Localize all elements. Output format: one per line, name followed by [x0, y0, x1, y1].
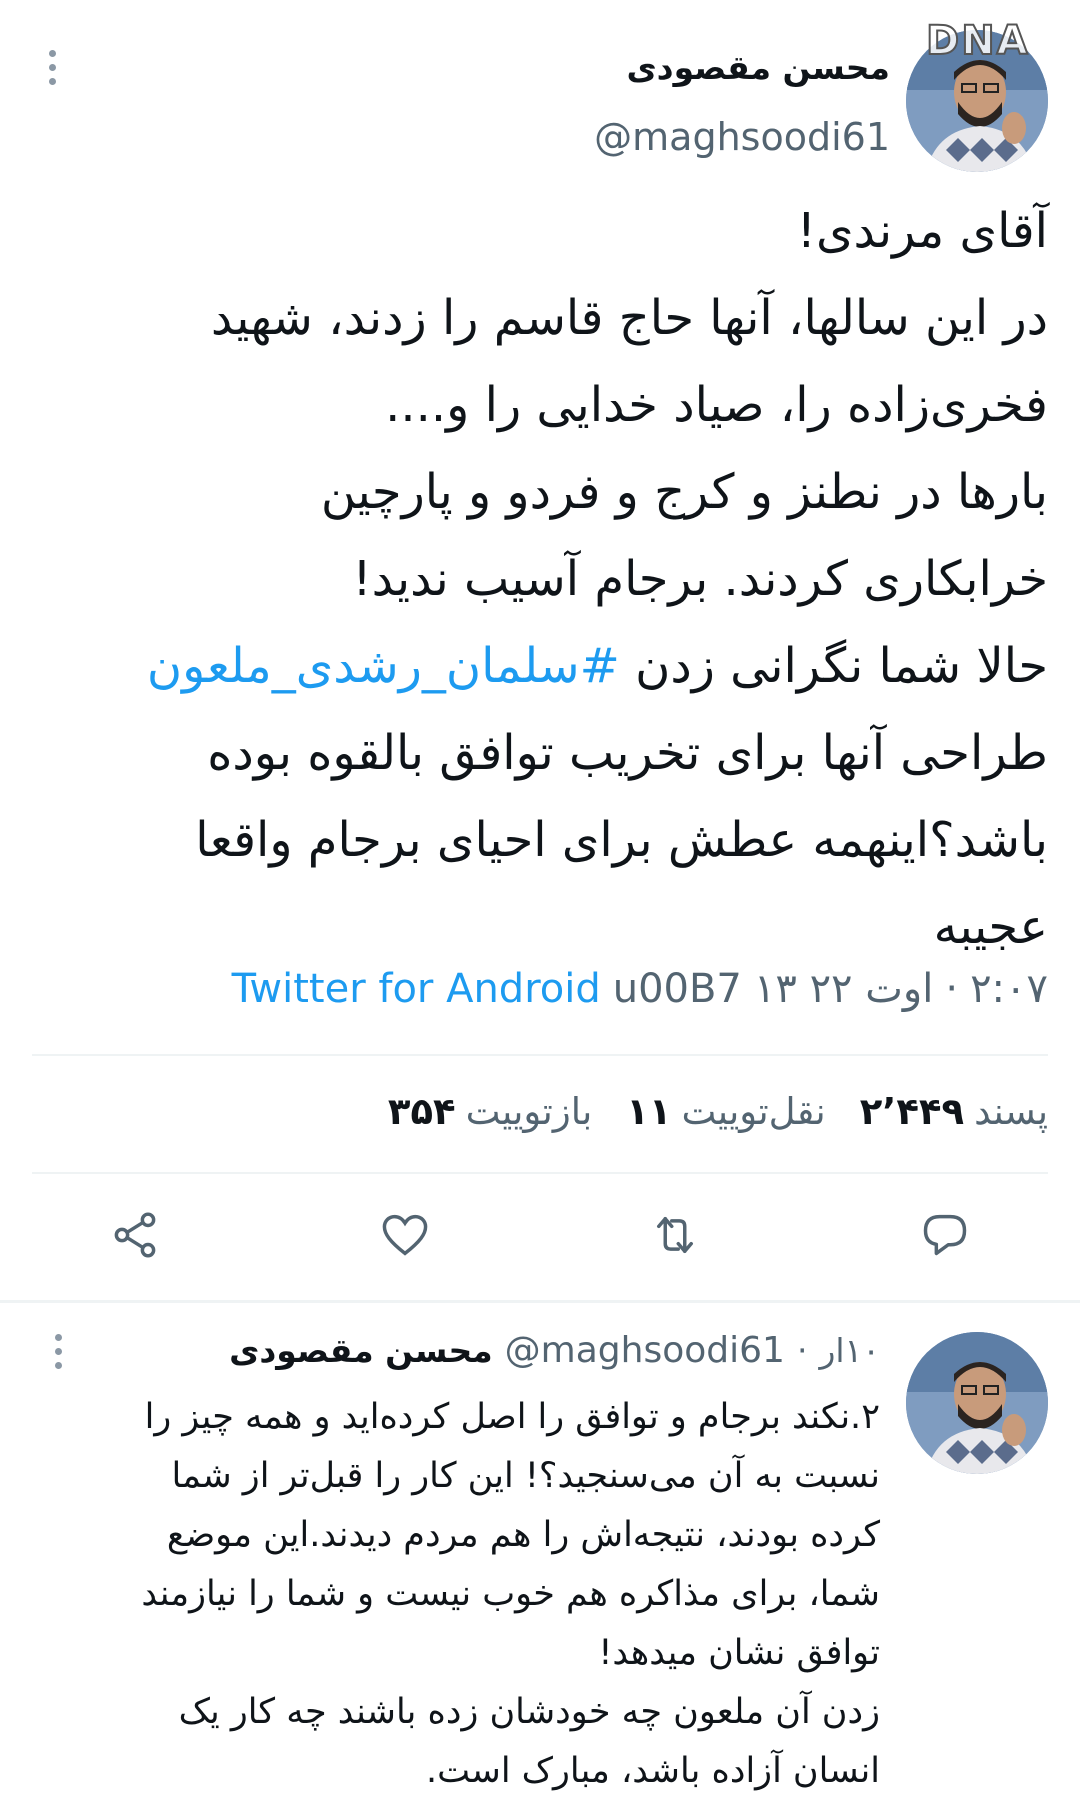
reply-icon	[923, 1214, 967, 1256]
tweet-text-line: آقای مرندی!	[796, 203, 1048, 259]
reply-handle[interactable]: @maghsoodi61	[505, 1330, 785, 1371]
author-handle[interactable]: @maghsoodi61	[594, 115, 890, 159]
action-bar	[0, 1200, 1080, 1270]
retweets-count: ۳۵۴	[387, 1090, 456, 1133]
quotes-count: ۱۱	[626, 1090, 672, 1133]
reply-author-avatar-image	[906, 1332, 1048, 1474]
likes-stat[interactable]: ۲٬۴۴۹ پسند	[860, 1090, 1048, 1133]
divider	[32, 1054, 1048, 1056]
share-icon	[114, 1212, 156, 1258]
tweet-text-line: در این سالها، آنها حاج قاسم را زدند، شهی…	[210, 290, 1048, 346]
reply-author-avatar[interactable]	[906, 1332, 1048, 1474]
tweet-date[interactable]: ۱۳ اوت ۲۲	[754, 966, 933, 1012]
tweet-text-line: بارها در نطنز و کرج و فردو و پارچین	[320, 464, 1048, 520]
heart-icon	[382, 1214, 428, 1256]
reply-button[interactable]	[910, 1200, 980, 1270]
tweet-meta: ۲:۰۷ · ۱۳ اوت ۲۲ u00B7 Twitter for Andro…	[232, 966, 1048, 1012]
reply-header: محسن مقصودی @maghsoodi61 · ۱۰ار	[229, 1330, 880, 1371]
likes-count: ۲٬۴۴۹	[859, 1090, 965, 1133]
share-button[interactable]	[100, 1200, 170, 1270]
tweet-text-segment: حالا شما نگرانی زدن	[619, 638, 1048, 694]
tweet-source-link[interactable]: Twitter for Android	[232, 966, 601, 1012]
retweets-stat[interactable]: ۳۵۴ بازتوییت	[388, 1090, 592, 1133]
meta-separator: ·	[945, 966, 959, 1012]
retweets-label: بازتوییت	[465, 1090, 593, 1133]
tweet-text-line: خرابکاری کردند. برجام آسیب ندید!	[352, 551, 1048, 607]
tweet-text: آقای مرندی! در این سالها، آنها حاج قاسم …	[38, 188, 1048, 971]
section-divider	[0, 1300, 1080, 1303]
tweet-stats: ۳۵۴ بازتوییت ۱۱ نقل‌توییت ۲٬۴۴۹ پسند	[388, 1090, 1048, 1133]
quotes-label: نقل‌توییت	[681, 1090, 826, 1133]
tweet-text-line: فخری‌زاده را، صیاد خدایی را و....	[385, 377, 1048, 433]
more-vertical-icon[interactable]	[40, 50, 64, 100]
reply-separator: ·	[796, 1331, 808, 1370]
meta-glitch-text: u00B7	[612, 966, 742, 1012]
more-vertical-icon[interactable]	[46, 1334, 70, 1384]
hashtag-link[interactable]: #سلمان_رشدی_ملعون	[147, 638, 620, 694]
divider	[32, 1172, 1048, 1174]
tweet-time[interactable]: ۲:۰۷	[970, 966, 1048, 1012]
author-display-name[interactable]: محسن مقصودی	[626, 48, 890, 87]
watermark-logo: DNA	[925, 17, 1030, 65]
reply-text: ۲.نکند برجام و توافق را اصل کرده‌اید و ه…	[141, 1397, 880, 1791]
tweet-text-line: حالا شما نگرانی زدن #سلمان_رشدی_ملعون	[147, 638, 1048, 694]
quotes-stat[interactable]: ۱۱ نقل‌توییت	[626, 1090, 825, 1133]
reply-time[interactable]: ۱۰ار	[819, 1331, 880, 1370]
reply-display-name[interactable]: محسن مقصودی	[229, 1331, 493, 1370]
likes-label: پسند	[974, 1090, 1048, 1133]
like-button[interactable]	[370, 1200, 440, 1270]
retweet-icon	[657, 1217, 693, 1253]
retweet-button[interactable]	[640, 1200, 710, 1270]
tweet-text-tail: طراحی آنها برای تخریب توافق بالقوه بوده …	[195, 725, 1048, 955]
